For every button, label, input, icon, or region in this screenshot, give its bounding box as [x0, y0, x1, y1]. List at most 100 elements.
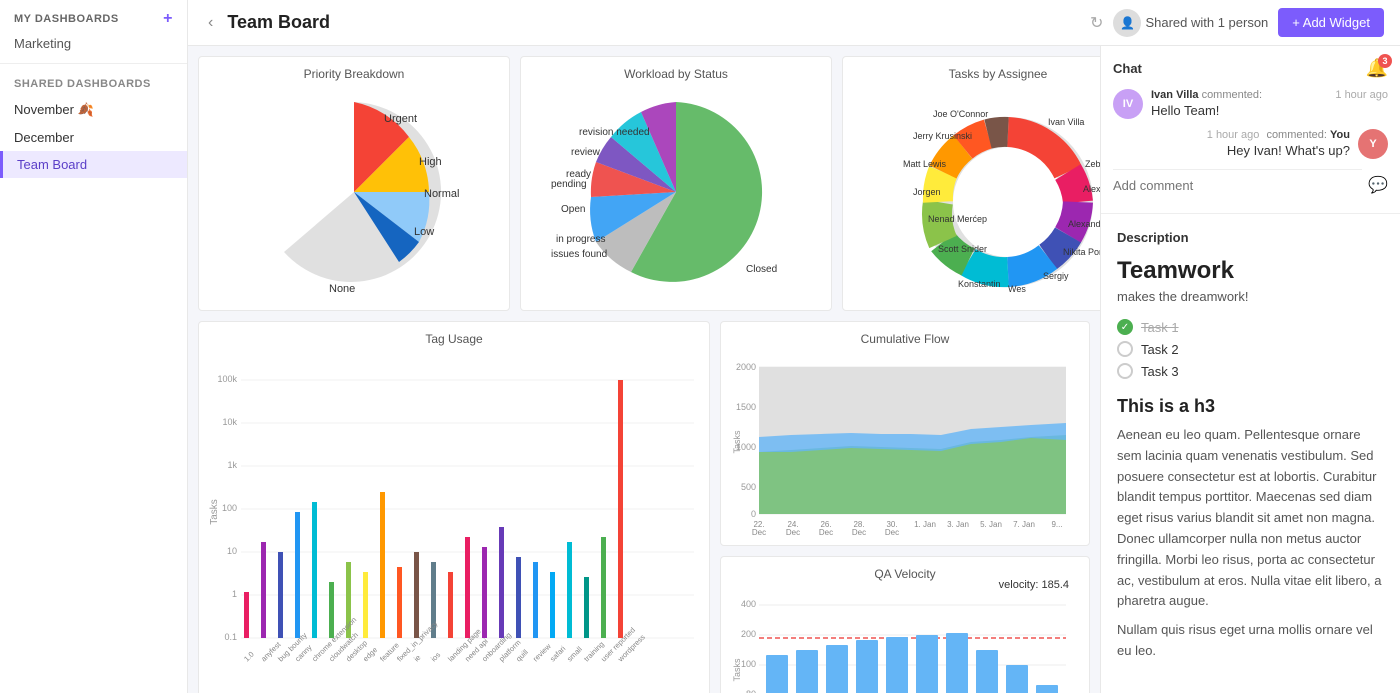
task-check-3[interactable]: [1117, 363, 1133, 379]
add-widget-button[interactable]: + Add Widget: [1278, 8, 1384, 37]
tasks-assignee-title: Tasks by Assignee: [853, 67, 1100, 81]
share-avatar-icon: 👤: [1113, 9, 1141, 37]
chat-input[interactable]: [1113, 169, 1362, 201]
svg-text:Scott Snider: Scott Snider: [938, 244, 987, 254]
task-check-1[interactable]: ✓: [1117, 319, 1133, 335]
svg-text:Alexander Zinchenko: Alexander Zinchenko: [1068, 219, 1100, 229]
workload-status-title: Workload by Status: [531, 67, 821, 81]
svg-text:100: 100: [222, 503, 237, 513]
sidebar-item-teamboard[interactable]: Team Board: [0, 151, 187, 178]
description-heading: Teamwork: [1117, 257, 1384, 285]
svg-text:Nikita Ponomarev: Nikita Ponomarev: [1063, 247, 1100, 257]
svg-text:small: small: [565, 644, 584, 663]
svg-text:1. Jan: 1. Jan: [914, 520, 936, 529]
description-section: Description Teamwork makes the dreamwork…: [1101, 214, 1400, 678]
svg-text:0.1: 0.1: [224, 632, 237, 642]
svg-text:2000: 2000: [736, 362, 756, 372]
workload-pie-svg: Closed pending in progress issues found …: [531, 87, 821, 297]
svg-text:3. Jan: 3. Jan: [947, 520, 969, 529]
add-dashboard-icon[interactable]: +: [163, 10, 173, 28]
topbar: ‹ Team Board ↻ 👤 Shared with 1 person + …: [188, 0, 1400, 46]
svg-text:Ivan Villa: Ivan Villa: [1048, 117, 1084, 127]
svg-text:ios: ios: [429, 650, 442, 663]
description-body2: Nullam quis risus eget urna mollis ornar…: [1117, 620, 1384, 662]
topbar-actions: ↻ 👤 Shared with 1 person + Add Widget: [1090, 8, 1384, 37]
my-dashboards-label: MY DASHBOARDS: [14, 13, 119, 25]
svg-text:400: 400: [741, 599, 756, 609]
svg-text:Konstantin: Konstantin: [958, 279, 1001, 289]
chat-message-ivan: IV Ivan Villa commented: 1 hour ago Hell…: [1113, 89, 1388, 119]
svg-text:1.0: 1.0: [242, 650, 256, 664]
sidebar-item-december[interactable]: December: [0, 124, 187, 151]
svg-text:100: 100: [741, 659, 756, 669]
svg-text:9...: 9...: [1051, 520, 1062, 529]
svg-text:0: 0: [751, 509, 756, 519]
right-panel: Chat 🔔 3 IV Ivan Villa commented: 1 hour…: [1100, 46, 1400, 693]
charts-area: Priority Breakdown Urgent: [188, 46, 1100, 693]
svg-text:Dec: Dec: [819, 528, 833, 537]
task-check-2[interactable]: [1117, 341, 1133, 357]
svg-text:Jerry Krusinski: Jerry Krusinski: [913, 131, 972, 141]
top-charts-row: Priority Breakdown Urgent: [198, 56, 1090, 311]
svg-text:Dec: Dec: [752, 528, 766, 537]
description-subtitle: makes the dreamwork!: [1117, 289, 1384, 304]
svg-text:revision needed: revision needed: [579, 127, 650, 138]
bottom-charts-row: Tag Usage 100k 10k 1k 100 10 1 0.1: [198, 321, 1090, 693]
svg-text:Nenad Merćep: Nenad Merćep: [928, 214, 987, 224]
chat-meta-ivan: Ivan Villa commented: 1 hour ago: [1151, 89, 1388, 101]
svg-text:100k: 100k: [217, 374, 237, 384]
dashboard: Priority Breakdown Urgent: [188, 46, 1400, 693]
svg-text:Dec: Dec: [852, 528, 866, 537]
qa-velocity-svg: 400 200 100 80 60: [731, 595, 1071, 693]
svg-text:Closed: Closed: [746, 264, 777, 275]
chat-avatar-you: Y: [1358, 129, 1388, 159]
my-dashboards-section: MY DASHBOARDS +: [0, 0, 187, 32]
high-label: High: [419, 156, 442, 168]
cumulative-flow-title: Cumulative Flow: [731, 332, 1079, 346]
chat-send-icon[interactable]: 💬: [1368, 175, 1388, 195]
chat-content-you: 1 hour ago commented: You Hey Ivan! What…: [1113, 129, 1350, 159]
cumulative-flow-svg: 2000 1500 1000 500 0: [731, 352, 1071, 532]
svg-text:500: 500: [741, 482, 756, 492]
description-h3: This is a h3: [1117, 396, 1384, 417]
topbar-nav: ‹: [204, 12, 217, 34]
svg-text:Open: Open: [561, 204, 585, 215]
svg-text:1500: 1500: [736, 402, 756, 412]
svg-text:issues found: issues found: [551, 249, 607, 260]
right-charts-stack: Cumulative Flow 2000 1500 1000 500 0: [720, 321, 1090, 693]
tag-usage-chart: Tag Usage 100k 10k 1k 100 10 1 0.1: [198, 321, 710, 693]
cumulative-flow-chart: Cumulative Flow 2000 1500 1000 500 0: [720, 321, 1090, 546]
sidebar-item-marketing[interactable]: Marketing: [0, 32, 187, 59]
task-item-1: ✓ Task 1: [1117, 316, 1384, 338]
sidebar-divider: [0, 63, 187, 64]
chat-input-row: 💬: [1113, 169, 1388, 201]
svg-text:200: 200: [741, 629, 756, 639]
svg-text:ready: ready: [566, 169, 591, 180]
nav-back-button[interactable]: ‹: [204, 12, 217, 34]
priority-breakdown-chart: Priority Breakdown Urgent: [198, 56, 510, 311]
svg-text:Tasks: Tasks: [732, 658, 742, 682]
chat-message-you: Y 1 hour ago commented: You Hey Ivan! Wh…: [1113, 129, 1388, 159]
svg-text:Tasks: Tasks: [209, 499, 220, 525]
chat-notification-icon: 🔔 3: [1366, 58, 1388, 79]
svg-text:pending: pending: [551, 179, 587, 190]
svg-text:10: 10: [227, 546, 237, 556]
svg-text:Jorgen: Jorgen: [913, 187, 941, 197]
svg-text:ie: ie: [412, 653, 422, 663]
low-label: Low: [414, 226, 434, 238]
priority-breakdown-title: Priority Breakdown: [209, 67, 499, 81]
chat-section: Chat 🔔 3 IV Ivan Villa commented: 1 hour…: [1101, 46, 1400, 214]
sidebar-item-november[interactable]: November 🍂: [0, 96, 187, 124]
svg-text:1k: 1k: [227, 460, 237, 470]
refresh-button[interactable]: ↻: [1090, 13, 1103, 33]
chat-text-ivan: Hello Team!: [1151, 103, 1388, 118]
svg-text:in progress: in progress: [556, 234, 605, 245]
chat-meta-you: 1 hour ago commented: You: [1113, 129, 1350, 141]
chat-title: Chat 🔔 3: [1113, 58, 1388, 79]
chat-content-ivan: Ivan Villa commented: 1 hour ago Hello T…: [1151, 89, 1388, 119]
task-item-3: Task 3: [1117, 360, 1384, 382]
share-info: 👤 Shared with 1 person: [1113, 9, 1268, 37]
tag-usage-svg: 100k 10k 1k 100 10 1 0.1: [209, 352, 699, 692]
page-title: Team Board: [227, 12, 1080, 33]
chat-avatar-ivan: IV: [1113, 89, 1143, 119]
